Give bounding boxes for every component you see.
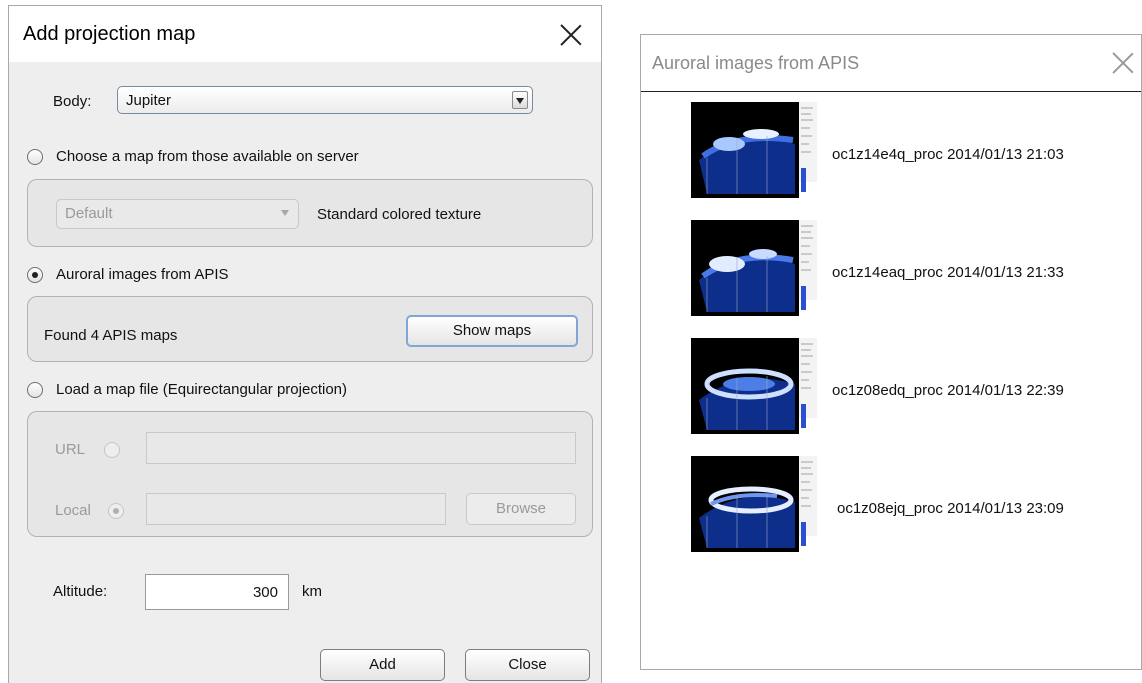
local-label: Local — [55, 502, 91, 519]
list-item[interactable]: oc1z08ejq_proc 2014/01/13 23:09 — [677, 452, 1137, 567]
altitude-label: Altitude: — [53, 583, 108, 600]
auroral-thumbnail-image — [691, 338, 817, 442]
apis-map-list: oc1z14e4q_proc 2014/01/13 21:03 oc1z14ea… — [641, 91, 1141, 669]
altitude-unit: km — [302, 583, 322, 600]
url-input[interactable] — [146, 432, 576, 464]
body-select[interactable]: Jupiter — [117, 86, 533, 114]
body-select-value: Jupiter — [126, 92, 172, 109]
dialog-close-icon[interactable] — [559, 23, 583, 47]
auroral-thumbnail-image — [691, 456, 817, 560]
map-name: oc1z08edq_proc 2014/01/13 22:39 — [832, 382, 1064, 399]
radio-apis-images[interactable] — [27, 267, 43, 283]
auroral-thumbnail-image — [691, 102, 817, 206]
option-server-label: Choose a map from those available on ser… — [56, 148, 359, 165]
dialog-titlebar: Add projection map — [9, 6, 601, 62]
option-apis-label: Auroral images from APIS — [56, 266, 229, 283]
altitude-input[interactable]: 300 — [145, 574, 289, 610]
map-name: oc1z14e4q_proc 2014/01/13 21:03 — [832, 146, 1064, 163]
apis-panel: Found 4 APIS maps Show maps — [27, 296, 593, 362]
server-map-description: Standard colored texture — [317, 206, 482, 223]
radio-map-file[interactable] — [27, 382, 43, 398]
map-name: oc1z14eaq_proc 2014/01/13 21:33 — [832, 264, 1064, 281]
radio-server-map[interactable] — [27, 149, 43, 165]
apis-window-close-icon[interactable] — [1111, 51, 1135, 75]
server-map-select[interactable]: Default — [56, 199, 299, 229]
map-file-panel: URL Local Browse — [27, 411, 593, 537]
list-item[interactable]: oc1z14eaq_proc 2014/01/13 21:33 — [677, 216, 1137, 331]
url-label: URL — [55, 441, 86, 458]
show-maps-button[interactable]: Show maps — [406, 315, 578, 347]
map-name: oc1z08ejq_proc 2014/01/13 23:09 — [837, 500, 1064, 517]
chevron-down-icon — [512, 91, 528, 109]
server-map-select-value: Default — [65, 205, 113, 222]
browse-button[interactable]: Browse — [466, 493, 576, 525]
body-label: Body: — [53, 93, 92, 110]
add-button[interactable]: Add — [320, 649, 445, 681]
add-projection-map-dialog: Add projection map Body: Jupiter Choose … — [8, 5, 602, 683]
list-item[interactable]: oc1z14e4q_proc 2014/01/13 21:03 — [677, 98, 1137, 213]
apis-images-window: Auroral images from APIS oc1z14e4q_proc … — [640, 34, 1142, 670]
dialog-title: Add projection map — [23, 23, 196, 45]
altitude-value: 300 — [252, 584, 278, 601]
apis-found-text: Found 4 APIS maps — [44, 327, 178, 344]
radio-local[interactable] — [108, 503, 124, 519]
server-map-panel: Default Standard colored texture — [27, 179, 593, 247]
close-button[interactable]: Close — [465, 649, 590, 681]
auroral-thumbnail-image — [691, 220, 817, 324]
apis-window-title: Auroral images from APIS — [652, 53, 860, 73]
local-file-input[interactable] — [146, 493, 446, 525]
chevron-down-icon — [278, 204, 294, 222]
option-file-label: Load a map file (Equirectangular project… — [56, 381, 347, 398]
list-item[interactable]: oc1z08edq_proc 2014/01/13 22:39 — [677, 334, 1137, 449]
radio-url[interactable] — [104, 442, 120, 458]
